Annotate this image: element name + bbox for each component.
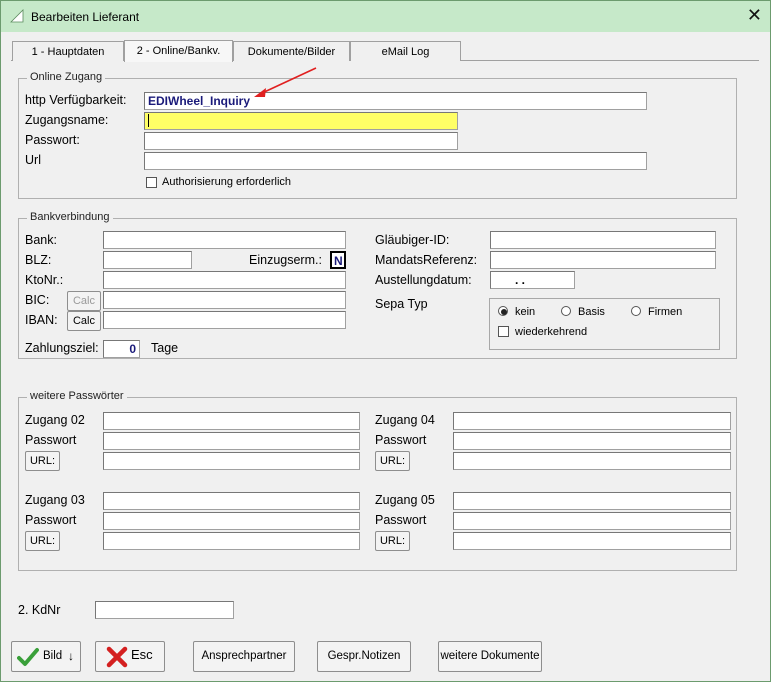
mandat-input[interactable] [490, 251, 716, 269]
einzug-label: Einzugserm.: [249, 253, 322, 267]
group-title: weitere Passwörter [27, 390, 127, 402]
zugang04-passwort-input[interactable] [453, 432, 731, 450]
zugang05-url-input[interactable] [453, 532, 731, 550]
tab-hauptdaten[interactable]: 1 - Hauptdaten [12, 41, 124, 61]
zugangsname-label: Zugangsname: [25, 113, 109, 127]
sepa-kein-label: kein [515, 306, 536, 318]
sepa-firmen-label: Firmen [648, 306, 683, 318]
kdnr-label: 2. KdNr [18, 603, 61, 617]
zugang02-url-input[interactable] [103, 452, 360, 470]
tage-label: Tage [151, 341, 179, 355]
bank-label: Bank: [25, 233, 57, 247]
esc-button[interactable]: Esc [95, 641, 165, 672]
window-title: Bearbeiten Lieferant [31, 10, 140, 24]
tab-email-log[interactable]: eMail Log [350, 41, 461, 61]
zugang03-input[interactable] [103, 492, 360, 510]
kto-label: KtoNr.: [25, 273, 64, 287]
zahlungsziel-label: Zahlungsziel: [25, 341, 99, 355]
zugang03-url-button[interactable]: URL: [25, 531, 60, 551]
passwort-input[interactable] [144, 132, 458, 150]
sepa-basis-label: Basis [578, 306, 605, 318]
gespraechsnotizen-button[interactable]: Gespr.Notizen [317, 641, 411, 672]
auth-checkbox[interactable] [146, 177, 157, 188]
ansprechpartner-button[interactable]: Ansprechpartner [193, 641, 295, 672]
esc-label: Esc [131, 647, 153, 662]
zugang03-passwort-label: Passwort [25, 513, 77, 527]
bild-label: Bild [43, 650, 63, 662]
iban-calc-button[interactable]: Calc [67, 311, 101, 331]
kdnr-input[interactable] [95, 601, 234, 619]
bic-input[interactable] [103, 291, 346, 309]
zahlungsziel-input[interactable]: 0 [103, 340, 140, 358]
zugang02-url-button[interactable]: URL: [25, 451, 60, 471]
http-availability-input[interactable]: EDIWheel_Inquiry [144, 92, 647, 110]
zugang03-passwort-input[interactable] [103, 512, 360, 530]
tab-label: 2 - Online/Bankv. [136, 45, 221, 57]
zugang03-label: Zugang 03 [25, 493, 85, 507]
bic-calc-button[interactable]: Calc [67, 291, 101, 311]
ausstellung-input[interactable]: . . [490, 271, 575, 289]
annotation-arrow-icon [254, 67, 317, 97]
tab-label: 1 - Hauptdaten [31, 46, 105, 58]
group-title: Bankverbindung [27, 211, 113, 223]
red-x-icon [106, 646, 128, 668]
iban-input[interactable] [103, 311, 346, 329]
sepa-kein-radio[interactable] [498, 306, 508, 316]
sepa-firmen-radio[interactable] [631, 306, 641, 316]
zugang02-passwort-label: Passwort [25, 433, 77, 447]
tab-label: eMail Log [381, 46, 430, 58]
zugang05-url-button[interactable]: URL: [375, 531, 410, 551]
zugang04-url-input[interactable] [453, 452, 731, 470]
zugang04-input[interactable] [453, 412, 731, 430]
glaeubiger-label: Gläubiger-ID: [375, 233, 450, 247]
tab-online-bankv[interactable]: 2 - Online/Bankv. [124, 40, 233, 62]
url-label: Url [25, 153, 41, 167]
wiederkehrend-label: wiederkehrend [515, 326, 588, 338]
bank-input[interactable] [103, 231, 346, 249]
blz-input[interactable] [103, 251, 192, 269]
zugang02-passwort-input[interactable] [103, 432, 360, 450]
app-icon [10, 9, 24, 23]
sepa-label: Sepa Typ [375, 297, 428, 311]
bild-button[interactable]: Bild ↓ [11, 641, 81, 672]
weitere-dokumente-button[interactable]: weitere Dokumente [438, 641, 542, 672]
zugang04-label: Zugang 04 [375, 413, 435, 427]
tab-dokumente-bilder[interactable]: Dokumente/Bilder [233, 41, 350, 61]
zugang05-passwort-input[interactable] [453, 512, 731, 530]
kto-input[interactable] [103, 271, 346, 289]
zugang04-url-button[interactable]: URL: [375, 451, 410, 471]
zugang02-input[interactable] [103, 412, 360, 430]
tab-label: Dokumente/Bilder [247, 46, 336, 58]
url-input[interactable] [144, 152, 647, 170]
zugang05-label: Zugang 05 [375, 493, 435, 507]
ausstellung-label: Austellungdatum: [375, 273, 472, 287]
auth-label: Authorisierung erforderlich [162, 176, 292, 188]
mandat-label: MandatsReferenz: [375, 253, 478, 267]
zugang03-url-input[interactable] [103, 532, 360, 550]
group-title: Online Zugang [27, 71, 106, 83]
arrow-down-icon: ↓ [68, 649, 74, 663]
blz-label: BLZ: [25, 253, 52, 267]
einzug-input[interactable]: N [330, 251, 346, 269]
title-bar: Bearbeiten Lieferant ✕ [0, 0, 771, 32]
zugangsname-input[interactable] [144, 112, 458, 130]
http-label: http Verfügbarkeit: [25, 93, 127, 107]
close-icon[interactable]: ✕ [747, 6, 762, 24]
zugang04-passwort-label: Passwort [375, 433, 427, 447]
bic-label: BIC: [25, 293, 50, 307]
zugang02-label: Zugang 02 [25, 413, 85, 427]
iban-label: IBAN: [25, 313, 58, 327]
passwort-label: Passwort: [25, 133, 80, 147]
text-cursor [148, 114, 149, 127]
zugang05-input[interactable] [453, 492, 731, 510]
checkmark-icon [17, 648, 39, 666]
glaeubiger-input[interactable] [490, 231, 716, 249]
wiederkehrend-checkbox[interactable] [498, 326, 509, 337]
zugang05-passwort-label: Passwort [375, 513, 427, 527]
sepa-basis-radio[interactable] [561, 306, 571, 316]
